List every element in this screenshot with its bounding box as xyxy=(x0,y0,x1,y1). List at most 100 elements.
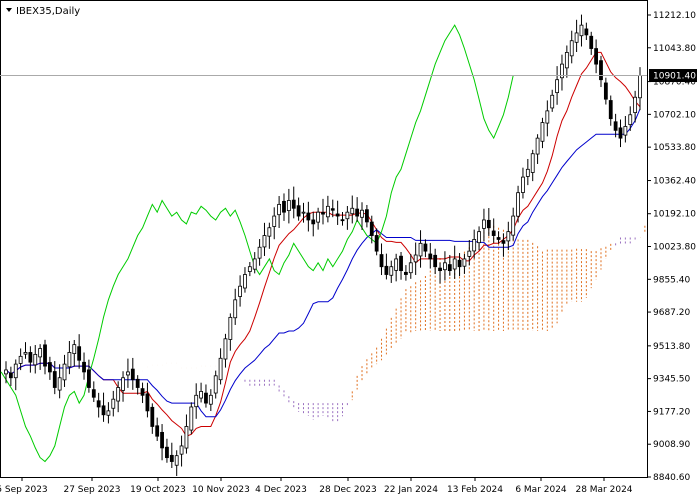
candle-body xyxy=(472,239,477,252)
candle-body xyxy=(272,215,277,227)
candle-body xyxy=(140,388,145,396)
candle-body xyxy=(433,254,438,268)
candle-body xyxy=(545,110,550,124)
candle-body xyxy=(330,208,335,211)
candle-body xyxy=(482,219,486,229)
candle-body xyxy=(423,243,428,252)
candle-body xyxy=(77,346,82,361)
y-tick-label: 8840.60 xyxy=(653,473,690,483)
candle-body xyxy=(296,205,301,217)
candle-body xyxy=(506,231,511,242)
current-price-label: 10901.40 xyxy=(649,69,697,83)
candle-body xyxy=(267,227,272,237)
candle-body xyxy=(443,262,447,271)
candle-body xyxy=(8,372,13,379)
candle-body xyxy=(174,455,179,466)
candle-body xyxy=(87,369,91,388)
candle-body xyxy=(28,352,33,363)
candle-body xyxy=(555,79,559,94)
candle-body xyxy=(521,176,525,193)
x-tick-label: 6 Mar 2024 xyxy=(515,485,567,495)
price-value: 10901.40 xyxy=(653,72,696,82)
candle-body xyxy=(208,394,213,405)
candle-body xyxy=(618,127,623,139)
candle-body xyxy=(511,215,516,236)
candle-body xyxy=(179,445,184,455)
candle-body xyxy=(252,258,257,270)
y-tick-label: 9008.90 xyxy=(653,440,690,450)
x-tick-label: 27 Sep 2023 xyxy=(63,485,120,495)
candle-body xyxy=(486,219,491,229)
x-tick-label: 28 Dec 2023 xyxy=(319,485,377,495)
y-tick-label: 9177.20 xyxy=(653,407,690,417)
candle-body xyxy=(574,32,579,43)
candle-body xyxy=(374,235,379,252)
candle-body xyxy=(550,94,555,109)
candle-body xyxy=(189,406,194,431)
candle-body xyxy=(399,255,403,272)
candle-body xyxy=(462,258,467,267)
candle-body xyxy=(286,200,291,211)
candle-body xyxy=(501,240,506,244)
y-tick-label: 10533.80 xyxy=(653,143,696,153)
x-tick-label: 22 Jan 2024 xyxy=(384,485,438,495)
candle-body xyxy=(355,208,360,217)
candle-body xyxy=(126,371,130,376)
candle-body xyxy=(408,262,413,274)
candle-body xyxy=(277,203,282,216)
candle-body xyxy=(238,285,242,297)
candle-body xyxy=(228,316,233,340)
candle-body xyxy=(184,426,189,449)
candle-body xyxy=(116,387,121,402)
candle-body xyxy=(52,371,57,388)
candle-body xyxy=(579,24,584,37)
candle-body xyxy=(364,209,369,223)
candle-body xyxy=(325,205,330,218)
chart-background xyxy=(0,0,700,500)
candle-body xyxy=(199,390,203,399)
candle-body xyxy=(43,344,47,367)
candle-body xyxy=(169,454,174,462)
candle-body xyxy=(569,40,574,57)
candle-body xyxy=(428,253,433,260)
candle-body xyxy=(67,352,72,368)
candle-body xyxy=(447,264,452,272)
candle-body xyxy=(389,266,394,276)
candle-body xyxy=(135,378,140,388)
y-tick-label: 10192.10 xyxy=(653,210,696,220)
candle-body xyxy=(633,96,638,113)
candle-body xyxy=(257,246,262,259)
candle-body xyxy=(262,235,267,248)
candle-body xyxy=(638,75,642,99)
candle-body xyxy=(608,100,613,120)
y-tick-label: 9513.80 xyxy=(653,342,690,352)
candle-body xyxy=(247,266,252,272)
candle-body xyxy=(516,192,520,217)
candle-body xyxy=(413,254,418,263)
candle-body xyxy=(4,369,8,375)
candle-body xyxy=(404,271,408,275)
candle-body xyxy=(335,213,340,217)
candle-body xyxy=(218,357,223,381)
chart-title: IBEX35,Daily xyxy=(16,6,80,17)
candle-body xyxy=(282,200,286,213)
candle-body xyxy=(306,212,311,221)
candle-body xyxy=(530,153,535,173)
candle-body xyxy=(311,219,316,225)
candle-body xyxy=(321,212,325,215)
candle-body xyxy=(57,377,62,391)
y-tick-label: 11043.80 xyxy=(653,44,696,54)
candle-body xyxy=(101,405,106,416)
candle-body xyxy=(384,265,389,275)
candle-body xyxy=(350,207,355,215)
candle-body xyxy=(130,368,135,381)
candle-body xyxy=(72,344,77,355)
y-tick-label: 11212.10 xyxy=(653,11,696,21)
ibex35-daily-chart: 11212.1011043.8010870.4010702.1010533.80… xyxy=(0,0,700,500)
candle-body xyxy=(457,259,462,268)
candle-body xyxy=(23,352,28,355)
candle-body xyxy=(438,267,442,272)
candle-body xyxy=(47,362,52,373)
candle-body xyxy=(452,258,457,270)
candle-body xyxy=(96,400,101,408)
